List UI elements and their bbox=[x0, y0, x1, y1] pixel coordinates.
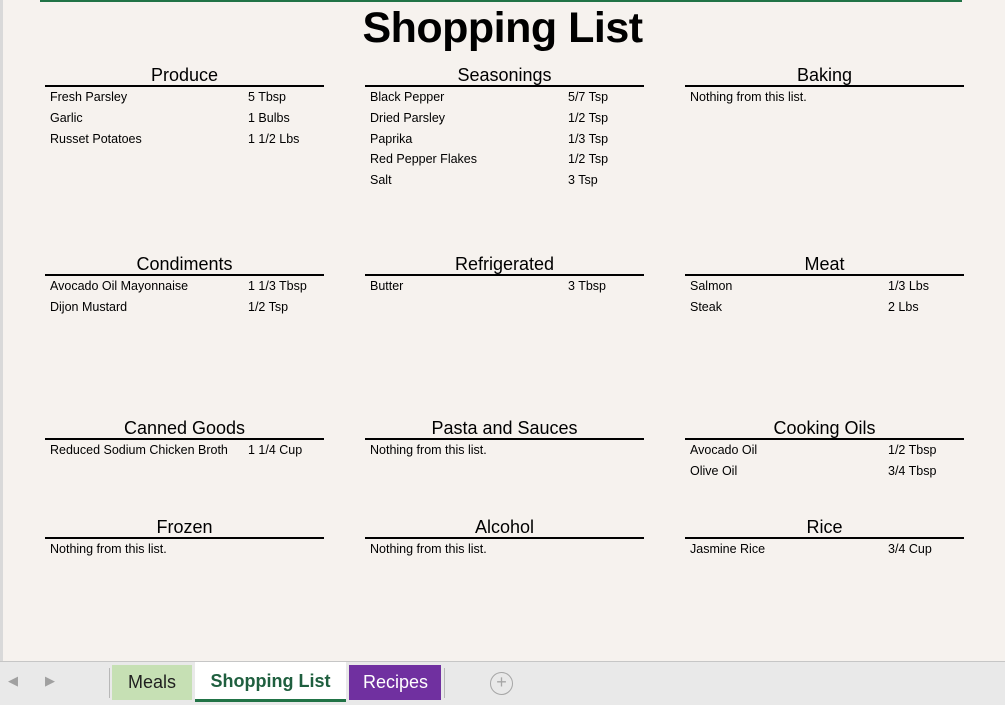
item-quantity: 1 Bulbs bbox=[248, 110, 290, 125]
item-quantity: 1 1/3 Tbsp bbox=[248, 279, 307, 293]
list-item[interactable]: Butter 3 Tbsp bbox=[365, 276, 644, 297]
tab-meals[interactable]: Meals bbox=[112, 665, 192, 700]
section-header: Meat bbox=[685, 252, 964, 276]
chevron-left-icon[interactable]: ◀ bbox=[8, 673, 18, 689]
item-name: Salmon bbox=[690, 279, 733, 293]
section-header: Seasonings bbox=[365, 63, 644, 87]
plus-circle-icon[interactable]: + bbox=[490, 672, 513, 695]
section-rice: Rice Jasmine Rice 3/4 Cup bbox=[685, 515, 964, 560]
section-pasta-and-sauces: Pasta and Sauces Nothing from this list. bbox=[365, 416, 644, 461]
item-name: Dijon Mustard bbox=[50, 299, 128, 314]
item-name: Garlic bbox=[50, 110, 83, 125]
item-name: Russet Potatoes bbox=[50, 131, 142, 146]
list-item[interactable]: Avocado Oil 1/2 Tbsp bbox=[685, 440, 964, 461]
item-quantity: 1 1/4 Cup bbox=[248, 443, 303, 457]
item-name: Avocado Oil Mayonnaise bbox=[50, 279, 189, 293]
list-item[interactable]: Steak 2 Lbs bbox=[685, 297, 964, 318]
list-item[interactable]: Russet Potatoes 1 1/2 Lbs bbox=[45, 129, 324, 150]
empty-message: Nothing from this list. bbox=[370, 443, 487, 457]
item-name: Jasmine Rice bbox=[690, 542, 766, 556]
item-quantity: 3/4 Tbsp bbox=[888, 463, 937, 478]
tab-separator bbox=[444, 668, 445, 698]
section-baking: Baking Nothing from this list. bbox=[685, 63, 964, 108]
item-quantity: 3/4 Cup bbox=[888, 542, 932, 556]
list-item[interactable]: Paprika 1/3 Tsp bbox=[365, 129, 644, 150]
section-meat: Meat Salmon 1/3 Lbs Steak 2 Lbs bbox=[685, 252, 964, 318]
section-header: Alcohol bbox=[365, 515, 644, 539]
item-quantity: 1 1/2 Lbs bbox=[248, 131, 300, 146]
tab-separator bbox=[109, 668, 110, 698]
item-quantity: 1/2 Tsp bbox=[248, 299, 289, 314]
item-quantity: 1/3 Lbs bbox=[888, 279, 930, 293]
section-refrigerated: Refrigerated Butter 3 Tbsp bbox=[365, 252, 644, 297]
section-header: Rice bbox=[685, 515, 964, 539]
list-item[interactable]: Dijon Mustard 1/2 Tsp bbox=[45, 297, 324, 318]
section-canned-goods: Canned Goods Reduced Sodium Chicken Broth… bbox=[45, 416, 324, 461]
list-item[interactable]: Reduced Sodium Chicken Broth 1 1/4 Cup bbox=[45, 440, 324, 461]
item-name: Reduced Sodium Chicken Broth bbox=[50, 443, 228, 457]
section-header: Pasta and Sauces bbox=[365, 416, 644, 440]
item-name: Dried Parsley bbox=[370, 110, 446, 125]
list-item[interactable]: Salmon 1/3 Lbs bbox=[685, 276, 964, 297]
section-header: Cooking Oils bbox=[685, 416, 964, 440]
item-name: Butter bbox=[370, 279, 404, 293]
section-header: Baking bbox=[685, 63, 964, 87]
item-name: Steak bbox=[690, 299, 722, 314]
item-quantity: 1/3 Tsp bbox=[568, 131, 609, 146]
section-header: Condiments bbox=[45, 252, 324, 276]
section-header: Refrigerated bbox=[365, 252, 644, 276]
empty-message: Nothing from this list. bbox=[370, 542, 487, 556]
sheet-tab-bar: ◀ ▶ Meals Shopping List Recipes + bbox=[0, 661, 1005, 705]
item-quantity: 1/2 Tsp bbox=[568, 110, 609, 125]
list-item[interactable]: Red Pepper Flakes 1/2 Tsp bbox=[365, 149, 644, 170]
list-item[interactable]: Dried Parsley 1/2 Tsp bbox=[365, 108, 644, 129]
item-quantity: 1/2 Tbsp bbox=[888, 443, 937, 457]
list-item[interactable]: Avocado Oil Mayonnaise 1 1/3 Tbsp bbox=[45, 276, 324, 297]
item-name: Avocado Oil bbox=[690, 443, 758, 457]
empty-message: Nothing from this list. bbox=[690, 90, 807, 104]
section-seasonings: Seasonings Black Pepper 5/7 Tsp Dried Parsl… bbox=[365, 63, 644, 191]
tab-shopping-list[interactable]: Shopping List bbox=[195, 662, 346, 702]
list-item[interactable]: Jasmine Rice 3/4 Cup bbox=[685, 539, 964, 560]
list-item[interactable]: Fresh Parsley 5 Tbsp bbox=[45, 87, 324, 108]
item-quantity: 3 Tsp bbox=[568, 173, 598, 188]
item-name: Paprika bbox=[370, 131, 413, 146]
section-cooking-oils: Cooking Oils Avocado Oil 1/2 Tbsp Olive Oil… bbox=[685, 416, 964, 482]
item-name: Salt bbox=[370, 173, 392, 188]
list-item[interactable]: Olive Oil 3/4 Tbsp bbox=[685, 461, 964, 482]
item-name: Black Pepper bbox=[370, 90, 445, 104]
item-quantity: 2 Lbs bbox=[888, 299, 919, 314]
item-name: Red Pepper Flakes bbox=[370, 152, 478, 167]
section-frozen: Frozen Nothing from this list. bbox=[45, 515, 324, 560]
list-item[interactable]: Black Pepper 5/7 Tsp bbox=[365, 87, 644, 108]
item-name: Olive Oil bbox=[690, 463, 738, 478]
section-header: Produce bbox=[45, 63, 324, 87]
item-quantity: 3 Tbsp bbox=[568, 279, 606, 293]
section-header: Frozen bbox=[45, 515, 324, 539]
tab-recipes[interactable]: Recipes bbox=[349, 665, 441, 700]
item-quantity: 5 Tbsp bbox=[248, 90, 286, 104]
item-name: Fresh Parsley bbox=[50, 90, 128, 104]
section-alcohol: Alcohol Nothing from this list. bbox=[365, 515, 644, 560]
sheet-left-edge bbox=[0, 0, 3, 662]
page-title: Shopping List bbox=[362, 4, 643, 52]
section-condiments: Condiments Avocado Oil Mayonnaise 1 1/3 Tb… bbox=[45, 252, 324, 318]
list-item[interactable]: Salt 3 Tsp bbox=[365, 170, 644, 191]
empty-message: Nothing from this list. bbox=[50, 542, 167, 556]
item-quantity: 1/2 Tsp bbox=[568, 152, 609, 167]
chevron-right-icon[interactable]: ▶ bbox=[45, 673, 55, 689]
section-header: Canned Goods bbox=[45, 416, 324, 440]
list-item[interactable]: Garlic 1 Bulbs bbox=[45, 108, 324, 129]
section-produce: Produce Fresh Parsley 5 Tbsp Garlic 1 Bulbs R… bbox=[45, 63, 324, 149]
item-quantity: 5/7 Tsp bbox=[568, 90, 609, 104]
